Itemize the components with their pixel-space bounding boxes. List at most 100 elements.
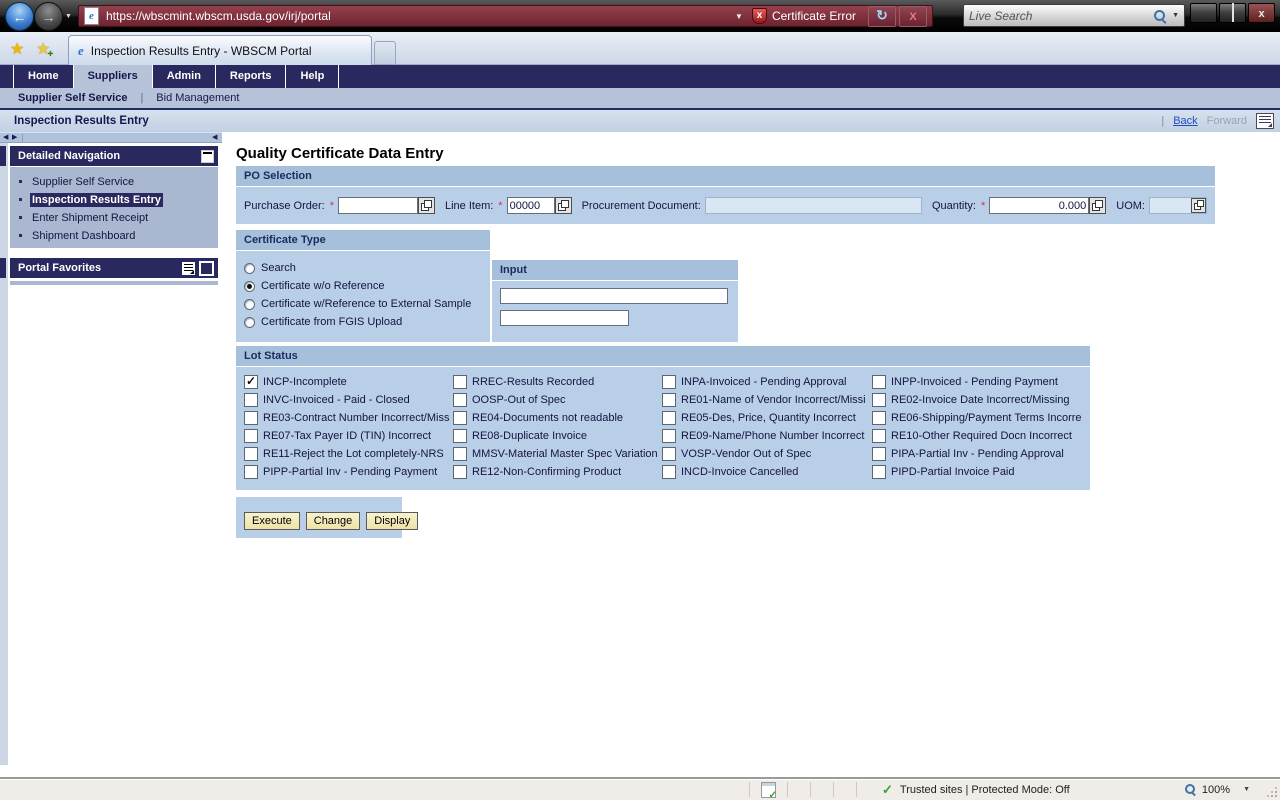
add-favorite-icon[interactable]: [36, 39, 50, 59]
lot-status-option[interactable]: INPA-Invoiced - Pending Approval: [662, 373, 872, 391]
stop-button[interactable]: [899, 6, 927, 27]
lot-status-option[interactable]: RE11-Reject the Lot completely-NRS: [244, 445, 453, 463]
lot-status-option[interactable]: INCD-Invoice Cancelled: [662, 463, 872, 481]
new-tab-button[interactable]: [374, 41, 396, 65]
history-menu-icon[interactable]: [1256, 113, 1274, 129]
favorites-tray-icon[interactable]: [199, 261, 214, 276]
lot-status-option[interactable]: RE08-Duplicate Invoice: [453, 427, 662, 445]
browser-back-button[interactable]: ←: [5, 2, 34, 31]
scroll-left-icon[interactable]: [3, 133, 8, 143]
favorites-star-icon[interactable]: [10, 39, 24, 59]
lot-status-option[interactable]: RE02-Invoice Date Incorrect/Missing: [872, 391, 1086, 409]
lot-status-option[interactable]: RREC-Results Recorded: [453, 373, 662, 391]
checkbox-icon[interactable]: [244, 465, 258, 479]
lot-status-option[interactable]: MMSV-Material Master Spec Variation: [453, 445, 662, 463]
checkbox-icon[interactable]: [453, 447, 467, 461]
change-button[interactable]: Change: [306, 512, 361, 530]
checkbox-icon[interactable]: [244, 393, 258, 407]
lot-status-option[interactable]: INVC-Invoiced - Paid - Closed: [244, 391, 453, 409]
collapse-panel-icon[interactable]: [212, 133, 217, 143]
sidebar-item-label[interactable]: Enter Shipment Receipt: [30, 211, 150, 225]
sidebar-item-supplier-self-service[interactable]: Supplier Self Service: [10, 174, 218, 192]
checkbox-icon[interactable]: [453, 411, 467, 425]
checkbox-icon[interactable]: [872, 429, 886, 443]
lot-status-option[interactable]: INCP-Incomplete: [244, 373, 453, 391]
checkbox-icon[interactable]: [453, 429, 467, 443]
checkbox-icon[interactable]: [662, 375, 676, 389]
resize-grip[interactable]: [1275, 795, 1277, 797]
checkbox-icon[interactable]: [662, 393, 676, 407]
radio-icon[interactable]: [244, 263, 255, 274]
lot-status-option[interactable]: RE04-Documents not readable: [453, 409, 662, 427]
browser-tab[interactable]: Inspection Results Entry - WBSCM Portal: [68, 35, 372, 65]
lot-status-option[interactable]: RE03-Contract Number Incorrect/Miss: [244, 409, 453, 427]
checkbox-icon[interactable]: [662, 411, 676, 425]
checkbox-icon[interactable]: [244, 375, 258, 389]
browser-forward-button[interactable]: →: [34, 2, 63, 31]
checkbox-icon[interactable]: [453, 393, 467, 407]
zoom-control[interactable]: 100%: [1184, 783, 1250, 796]
quantity-input[interactable]: [989, 197, 1089, 214]
input-field-2[interactable]: [500, 310, 629, 326]
purchase-order-value-help-icon[interactable]: [418, 197, 435, 214]
refresh-button[interactable]: [868, 6, 896, 27]
display-button[interactable]: Display: [366, 512, 418, 530]
address-bar[interactable]: https://wbscmint.wbscm.usda.gov/irj/port…: [78, 5, 933, 27]
lot-status-option[interactable]: RE09-Name/Phone Number Incorrect: [662, 427, 872, 445]
checkbox-icon[interactable]: [662, 447, 676, 461]
line-item-input[interactable]: [507, 197, 555, 214]
search-icon[interactable]: [1153, 9, 1167, 23]
minimize-button[interactable]: [1190, 3, 1217, 23]
lot-status-option[interactable]: RE12-Non-Confirming Product: [453, 463, 662, 481]
radio-icon[interactable]: [244, 317, 255, 328]
zoom-dropdown-icon[interactable]: [1243, 786, 1250, 793]
certificate-error-button[interactable]: Certificate Error: [772, 9, 856, 23]
nav-tab-reports[interactable]: Reports: [216, 65, 287, 88]
address-dropdown-icon[interactable]: [735, 12, 743, 21]
checkbox-icon[interactable]: [453, 465, 467, 479]
lot-status-option[interactable]: INPP-Invoiced - Pending Payment: [872, 373, 1086, 391]
input-field-1[interactable]: [500, 288, 728, 304]
lot-status-option[interactable]: RE05-Des, Price, Quantity Incorrect: [662, 409, 872, 427]
live-search-box[interactable]: [963, 4, 1185, 27]
collapse-tray-icon[interactable]: [201, 150, 214, 163]
checkbox-icon[interactable]: [872, 411, 886, 425]
sidebar-scroll-strip[interactable]: [0, 132, 222, 143]
search-input[interactable]: [969, 9, 1153, 23]
recent-pages-dropdown-icon[interactable]: [65, 13, 72, 20]
lot-status-option[interactable]: RE06-Shipping/Payment Terms Incorre: [872, 409, 1086, 427]
sidebar-item-label[interactable]: Shipment Dashboard: [30, 229, 137, 243]
uom-value-help-icon[interactable]: [1191, 198, 1206, 213]
portal-back-link[interactable]: Back: [1173, 115, 1197, 127]
sidebar-item-shipment-dashboard[interactable]: Shipment Dashboard: [10, 228, 218, 246]
checkbox-icon[interactable]: [662, 465, 676, 479]
nav-tab-suppliers[interactable]: Suppliers: [74, 65, 153, 88]
checkbox-icon[interactable]: [244, 447, 258, 461]
search-dropdown-icon[interactable]: [1172, 12, 1179, 19]
quantity-value-help-icon[interactable]: [1089, 197, 1106, 214]
lot-status-option[interactable]: VOSP-Vendor Out of Spec: [662, 445, 872, 463]
scroll-right-icon[interactable]: [12, 133, 17, 143]
certificate-type-option-fgis-upload[interactable]: Certificate from FGIS Upload: [244, 313, 490, 331]
checkbox-icon[interactable]: [872, 447, 886, 461]
restore-button[interactable]: [1219, 3, 1246, 23]
sidebar-item-inspection-results-entry[interactable]: Inspection Results Entry: [10, 192, 218, 210]
checkbox-icon[interactable]: [872, 375, 886, 389]
radio-icon[interactable]: [244, 299, 255, 310]
radio-icon[interactable]: [244, 281, 255, 292]
lot-status-option[interactable]: OOSP-Out of Spec: [453, 391, 662, 409]
submenu-supplier-self-service[interactable]: Supplier Self Service: [18, 92, 127, 104]
nav-tab-admin[interactable]: Admin: [153, 65, 216, 88]
lot-status-option[interactable]: RE10-Other Required Docn Incorrect: [872, 427, 1086, 445]
nav-tab-help[interactable]: Help: [286, 65, 339, 88]
purchase-order-input[interactable]: [338, 197, 418, 214]
checkbox-icon[interactable]: [244, 429, 258, 443]
line-item-value-help-icon[interactable]: [555, 197, 572, 214]
lot-status-option[interactable]: RE01-Name of Vendor Incorrect/Missi: [662, 391, 872, 409]
sidebar-item-label[interactable]: Inspection Results Entry: [30, 193, 163, 207]
lot-status-option[interactable]: PIPD-Partial Invoice Paid: [872, 463, 1086, 481]
security-zone-status[interactable]: Trusted sites | Protected Mode: Off: [882, 782, 1070, 798]
sidebar-item-label[interactable]: Supplier Self Service: [30, 175, 136, 189]
lot-status-option[interactable]: PIPP-Partial Inv - Pending Payment: [244, 463, 453, 481]
checkbox-icon[interactable]: [244, 411, 258, 425]
